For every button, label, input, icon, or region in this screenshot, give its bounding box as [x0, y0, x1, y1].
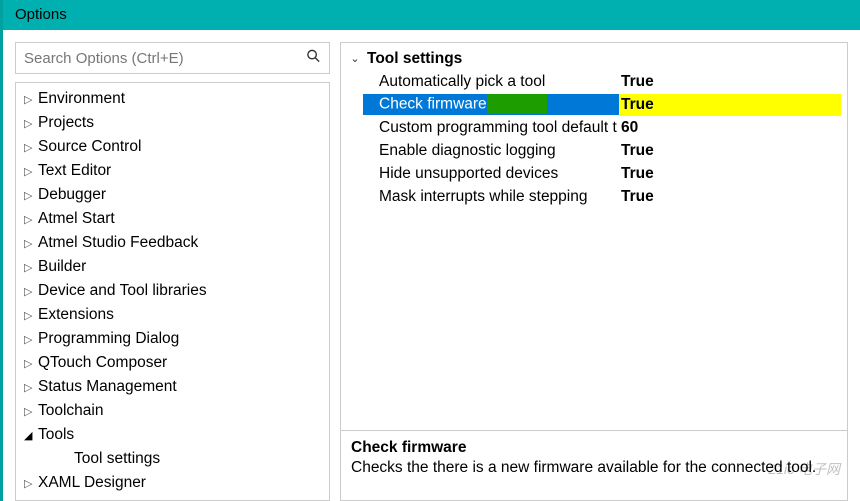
property-row[interactable]: Mask interrupts while steppingTrue [347, 185, 841, 208]
tree-item-label: Debugger [38, 186, 106, 204]
property-row[interactable]: Enable diagnostic loggingTrue [347, 139, 841, 162]
category-label: Tool settings [363, 50, 619, 68]
chevron-collapsed-icon: ▷ [24, 117, 38, 130]
tree-item-environment[interactable]: ▷Environment [16, 87, 329, 111]
left-panel: ▷Environment▷Projects▷Source Control▷Tex… [15, 42, 330, 501]
tree-item-label: Atmel Start [38, 210, 115, 228]
description-body: Checks the there is a new firmware avail… [351, 459, 837, 477]
property-value[interactable]: True [619, 142, 841, 160]
tree-item-atmel-studio-feedback[interactable]: ▷Atmel Studio Feedback [16, 231, 329, 255]
content-area: ▷Environment▷Projects▷Source Control▷Tex… [3, 30, 860, 501]
chevron-collapsed-icon: ▷ [24, 357, 38, 370]
tree-item-tool-settings[interactable]: Tool settings [16, 447, 329, 471]
category-tree[interactable]: ▷Environment▷Projects▷Source Control▷Tex… [15, 82, 330, 501]
tree-item-programming-dialog[interactable]: ▷Programming Dialog [16, 327, 329, 351]
chevron-down-icon: ⌄ [347, 52, 363, 65]
property-label: Automatically pick a tool [363, 73, 619, 91]
search-box[interactable] [15, 42, 330, 74]
tree-item-source-control[interactable]: ▷Source Control [16, 135, 329, 159]
window-title: Options [15, 6, 67, 23]
chevron-collapsed-icon: ▷ [24, 285, 38, 298]
property-label: Custom programming tool default t [363, 119, 619, 137]
tree-item-label: Source Control [38, 138, 141, 156]
tree-item-atmel-start[interactable]: ▷Atmel Start [16, 207, 329, 231]
tree-item-status-management[interactable]: ▷Status Management [16, 375, 329, 399]
property-label: Check firmware [363, 94, 619, 115]
tree-item-debugger[interactable]: ▷Debugger [16, 183, 329, 207]
property-category[interactable]: ⌄Tool settings [347, 47, 841, 70]
tree-item-projects[interactable]: ▷Projects [16, 111, 329, 135]
chevron-collapsed-icon: ▷ [24, 93, 38, 106]
tree-item-toolchain[interactable]: ▷Toolchain [16, 399, 329, 423]
chevron-collapsed-icon: ▷ [24, 261, 38, 274]
tree-item-label: QTouch Composer [38, 354, 167, 372]
tree-item-label: Status Management [38, 378, 177, 396]
tree-item-extensions[interactable]: ▷Extensions [16, 303, 329, 327]
tree-item-device-and-tool-libraries[interactable]: ▷Device and Tool libraries [16, 279, 329, 303]
tree-item-label: Builder [38, 258, 86, 276]
property-value[interactable]: 60 [619, 119, 841, 137]
chevron-collapsed-icon: ▷ [24, 477, 38, 490]
search-icon[interactable] [306, 49, 321, 68]
tree-item-tools[interactable]: ◢Tools [16, 423, 329, 447]
tree-item-xaml-designer[interactable]: ▷XAML Designer [16, 471, 329, 495]
property-value[interactable]: True [619, 73, 841, 91]
property-label: Mask interrupts while stepping [363, 188, 619, 206]
tree-item-qtouch-composer[interactable]: ▷QTouch Composer [16, 351, 329, 375]
property-row[interactable]: Check firmwareTrue [347, 93, 841, 116]
highlight-marker [487, 94, 547, 114]
tree-item-label: Environment [38, 90, 125, 108]
property-value[interactable]: True [619, 188, 841, 206]
description-box: Check firmware Checks the there is a new… [340, 431, 848, 501]
property-grid[interactable]: ⌄Tool settingsAutomatically pick a toolT… [340, 42, 848, 431]
property-label: Enable diagnostic logging [363, 142, 619, 160]
right-panel: ⌄Tool settingsAutomatically pick a toolT… [340, 42, 848, 501]
tree-item-label: Extensions [38, 306, 114, 324]
chevron-collapsed-icon: ▷ [24, 237, 38, 250]
property-value[interactable]: True [619, 165, 841, 183]
window-titlebar: Options [3, 0, 860, 30]
tree-item-label: Toolchain [38, 402, 104, 420]
tree-item-label: Device and Tool libraries [38, 282, 207, 300]
property-row[interactable]: Automatically pick a toolTrue [347, 70, 841, 93]
tree-item-label: Projects [38, 114, 94, 132]
tree-item-text-editor[interactable]: ▷Text Editor [16, 159, 329, 183]
tree-item-label: Tool settings [74, 450, 160, 468]
chevron-collapsed-icon: ▷ [24, 309, 38, 322]
search-input[interactable] [16, 43, 299, 73]
tree-item-label: Tools [38, 426, 74, 444]
description-title: Check firmware [351, 439, 837, 457]
property-row[interactable]: Custom programming tool default t60 [347, 116, 841, 139]
property-row[interactable]: Hide unsupported devicesTrue [347, 162, 841, 185]
chevron-collapsed-icon: ▷ [24, 189, 38, 202]
chevron-collapsed-icon: ▷ [24, 141, 38, 154]
chevron-collapsed-icon: ▷ [24, 405, 38, 418]
tree-item-label: Text Editor [38, 162, 111, 180]
chevron-collapsed-icon: ▷ [24, 381, 38, 394]
tree-item-builder[interactable]: ▷Builder [16, 255, 329, 279]
chevron-collapsed-icon: ▷ [24, 165, 38, 178]
property-value[interactable]: True [619, 94, 841, 116]
tree-item-label: Programming Dialog [38, 330, 179, 348]
chevron-collapsed-icon: ▷ [24, 213, 38, 226]
chevron-collapsed-icon: ▷ [24, 333, 38, 346]
tree-item-label: XAML Designer [38, 474, 146, 492]
tree-item-label: Atmel Studio Feedback [38, 234, 198, 252]
property-label: Hide unsupported devices [363, 165, 619, 183]
chevron-expanded-icon: ◢ [24, 429, 38, 442]
